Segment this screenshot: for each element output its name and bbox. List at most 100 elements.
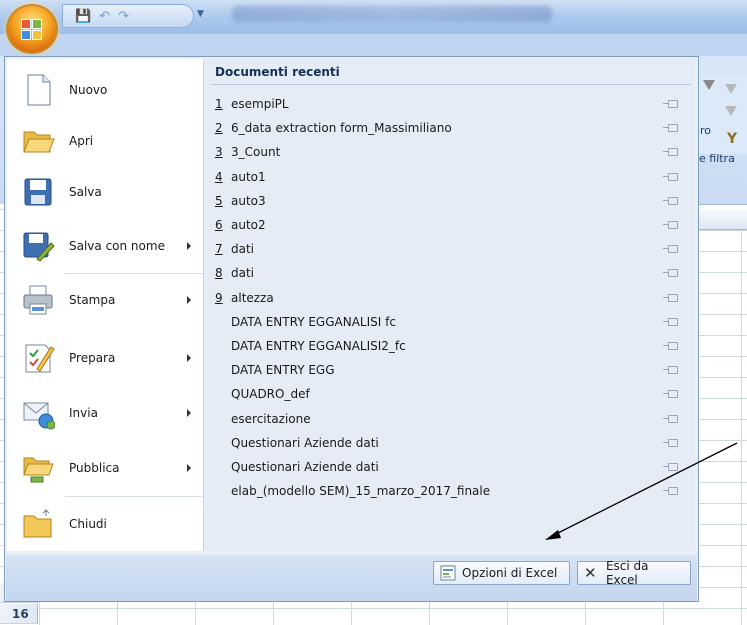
menu-item-label: Chiudi — [69, 517, 107, 531]
menu-item-invia[interactable]: Invia — [7, 390, 203, 436]
recent-document-number: 5 — [215, 193, 223, 208]
recent-document-item[interactable]: 5 auto3 — [211, 190, 687, 212]
formula-bar-edge — [697, 204, 747, 210]
recent-document-number: 2 — [215, 121, 223, 136]
reapply-filter-icon[interactable] — [725, 106, 737, 116]
recent-document-item[interactable]: QUADRO_def — [211, 383, 687, 405]
recent-document-number: 6 — [215, 218, 223, 232]
save-as-icon — [23, 232, 55, 262]
filter-icon[interactable] — [703, 80, 715, 90]
recent-document-item[interactable]: 6 auto2 — [211, 214, 687, 236]
pin-icon[interactable] — [663, 148, 678, 157]
menu-item-prepara[interactable]: Prepara — [7, 335, 203, 381]
pin-icon[interactable] — [663, 221, 678, 229]
recent-document-item[interactable]: 1 esempiPL — [211, 93, 687, 115]
recent-document-item[interactable]: 9 altezza — [211, 287, 687, 309]
pin-icon[interactable] — [663, 390, 678, 399]
recent-separator — [211, 84, 691, 85]
column-header[interactable] — [697, 210, 747, 230]
menu-item-salva-con-nome[interactable]: Salva con nome — [7, 223, 203, 269]
menu-commands-pane: Nuovo Apri Salva Salva con nome Stampa P… — [7, 59, 204, 551]
pin-icon[interactable] — [663, 366, 678, 375]
pin-icon[interactable] — [663, 172, 678, 181]
redo-icon[interactable]: ↷ — [118, 9, 129, 24]
menu-item-apri[interactable]: Apri — [7, 118, 203, 164]
menu-item-label: Nuovo — [69, 83, 108, 97]
open-folder-icon — [23, 131, 55, 153]
recent-document-item[interactable]: 4 auto1 — [211, 166, 687, 188]
save-disk-icon — [24, 178, 52, 206]
pin-icon[interactable] — [663, 100, 678, 108]
menu-item-nuovo[interactable]: Nuovo — [7, 67, 203, 113]
quick-access-toolbar: 💾 ↶ ↷ — [62, 4, 194, 28]
menu-item-chiudi[interactable]: Chiudi — [7, 501, 203, 547]
menu-footer: Opzioni di Excel ✕ Esci da Excel — [6, 555, 697, 601]
menu-item-salva[interactable]: Salva — [7, 169, 203, 215]
window-title-blurred — [232, 6, 552, 22]
recent-document-item[interactable]: 3 3_Count — [211, 141, 687, 163]
exit-excel-button[interactable]: ✕ Esci da Excel — [577, 559, 691, 587]
recent-document-item[interactable]: elab_(modello SEM)_15_marzo_2017_finale — [211, 480, 687, 502]
recent-document-name: auto1 — [231, 169, 266, 184]
submenu-arrow-icon — [187, 409, 191, 417]
prepare-document-icon — [25, 344, 55, 373]
pin-icon[interactable] — [663, 317, 678, 326]
recent-document-item[interactable]: 8 dati — [211, 262, 687, 284]
office-button[interactable] — [6, 4, 58, 54]
recent-document-item[interactable]: Questionari Aziende dati — [211, 456, 687, 478]
recent-document-name: Questionari Aziende dati — [231, 460, 379, 474]
save-icon[interactable]: 💾 — [75, 9, 91, 24]
recent-document-name: auto3 — [231, 193, 266, 208]
recent-document-name: dati — [231, 242, 255, 257]
menu-item-label: Salva — [69, 185, 102, 199]
pin-icon[interactable] — [663, 196, 678, 205]
submenu-arrow-icon — [187, 242, 191, 250]
new-document-icon — [27, 74, 51, 106]
submenu-arrow-icon — [187, 296, 191, 304]
pin-icon[interactable] — [663, 124, 678, 133]
recent-document-item[interactable]: DATA ENTRY EGGANALISI fc — [211, 311, 687, 333]
advanced-filter-icon[interactable]: Y — [727, 131, 737, 147]
pin-icon[interactable] — [663, 414, 678, 423]
recent-documents-pane: Documenti recenti 1 esempiPL 2 6_data extra… — [205, 59, 695, 551]
recent-document-name: 6_data extraction form_Massimiliano — [231, 121, 452, 136]
recent-document-item[interactable]: 2 6_data extraction form_Massimiliano — [211, 117, 687, 139]
recent-documents-title: Documenti recenti — [215, 65, 340, 79]
recent-document-item[interactable]: 7 dati — [211, 238, 687, 260]
excel-options-button[interactable]: Opzioni di Excel — [433, 561, 570, 585]
recent-document-item[interactable]: DATA ENTRY EGGANALISI2_fc — [211, 335, 687, 357]
ribbon-sort-filter-group: ro Y — [697, 74, 747, 154]
menu-item-label: Stampa — [69, 293, 116, 307]
pin-icon[interactable] — [663, 293, 678, 302]
menu-item-label: Invia — [69, 406, 98, 420]
pin-icon[interactable] — [663, 269, 678, 278]
recent-document-name: 3_Count — [231, 145, 281, 160]
pin-icon[interactable] — [663, 438, 678, 447]
recent-document-number: 9 — [215, 290, 223, 305]
recent-document-item[interactable]: Questionari Aziende dati — [211, 432, 687, 454]
excel-options-label: Opzioni di Excel — [462, 566, 558, 580]
menu-item-label: Pubblica — [69, 461, 120, 475]
recent-document-number: 8 — [215, 266, 223, 281]
row-header-16[interactable]: 16 — [0, 604, 38, 624]
recent-document-name: DATA ENTRY EGG — [231, 363, 335, 378]
recent-document-name: Questionari Aziende dati — [231, 435, 379, 450]
recent-document-item[interactable]: esercitazione — [211, 408, 687, 430]
options-icon — [440, 565, 456, 581]
menu-item-label: Salva con nome — [69, 239, 165, 253]
undo-icon[interactable]: ↶ — [99, 9, 110, 24]
pin-icon[interactable] — [663, 463, 678, 471]
pin-icon[interactable] — [663, 487, 678, 496]
pin-icon[interactable] — [663, 245, 678, 254]
pin-icon[interactable] — [663, 342, 678, 350]
recent-document-name: auto2 — [231, 218, 266, 232]
menu-item-pubblica[interactable]: Pubblica — [7, 445, 203, 491]
close-icon: ✕ — [584, 564, 597, 582]
submenu-arrow-icon — [187, 464, 191, 472]
menu-item-stampa[interactable]: Stampa — [7, 277, 203, 323]
customize-toolbar-icon[interactable]: ▼ — [197, 9, 204, 19]
clear-filter-icon[interactable] — [725, 84, 737, 94]
exit-excel-label: Esci da Excel — [605, 559, 649, 587]
recent-document-item[interactable]: DATA ENTRY EGG — [211, 359, 687, 381]
recent-document-name: esempiPL — [231, 97, 289, 111]
